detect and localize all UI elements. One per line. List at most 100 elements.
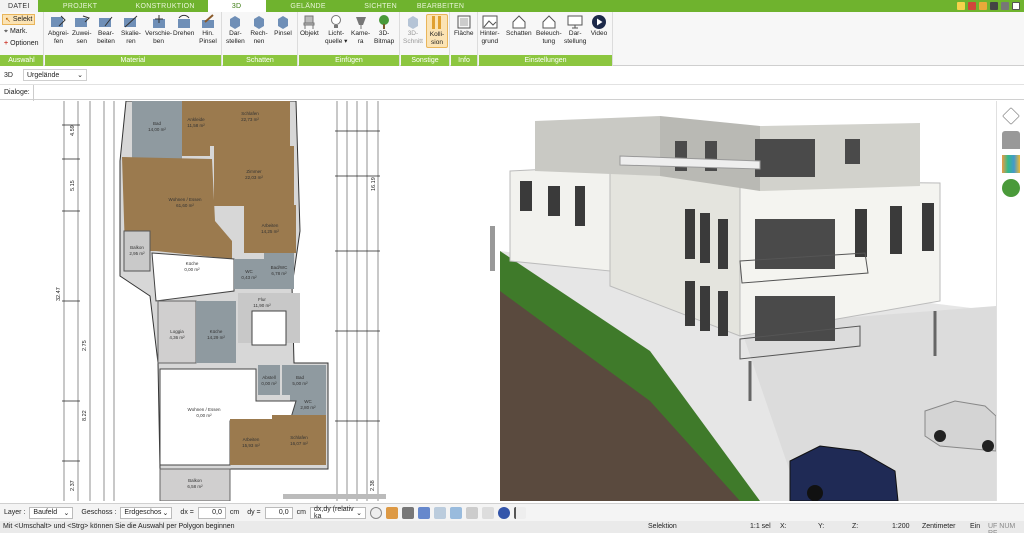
- tab-sichten[interactable]: SICHTEN: [351, 0, 411, 12]
- dx-unit: cm: [229, 509, 240, 516]
- kollision-button[interactable]: Kolli-sion: [426, 14, 448, 48]
- snap-grid-icon[interactable]: [385, 506, 398, 519]
- tree-icon[interactable]: [1001, 179, 1020, 197]
- room-ankleide[interactable]: [182, 101, 210, 156]
- schnitt-label: 3D- Schnitt: [403, 30, 423, 45]
- room-schlafen-1[interactable]: [210, 101, 290, 146]
- bitmap-button[interactable]: 3D- Bitmap: [374, 14, 394, 46]
- group-auswahl: ↖ Selekt ⌖ Mark. + Optionen Auswahl: [0, 12, 44, 66]
- mark-label: Mark.: [9, 28, 28, 35]
- floor-plan-view[interactable]: 4.59 5.15 32.47 2.75 8.22 2.37 16.19 2.3…: [0, 101, 496, 501]
- dialoge-label: Dialoge:: [4, 88, 30, 96]
- skalieren-button[interactable]: Skalie-ren: [121, 14, 141, 46]
- plus-icon: +: [4, 40, 9, 47]
- group-label-sonstige: Sonstige: [401, 55, 449, 66]
- flaeche-button[interactable]: Fläche: [454, 14, 474, 38]
- tab-datei[interactable]: DATEI: [0, 0, 38, 12]
- snap-line-icon[interactable]: [433, 506, 446, 519]
- tab-projekt[interactable]: PROJEKT: [38, 0, 123, 12]
- kamera-button[interactable]: Kame-ra: [351, 14, 370, 46]
- dim-left-1: 4.59: [70, 125, 76, 136]
- chair-icon[interactable]: [1001, 131, 1020, 149]
- schatten-pinsel-button[interactable]: Pinsel: [274, 14, 292, 38]
- wand-icon[interactable]: [957, 2, 965, 10]
- 3d-view[interactable]: [500, 101, 996, 501]
- grid-icon[interactable]: [481, 506, 494, 519]
- verschieben-button[interactable]: Verschie-ben: [145, 14, 172, 46]
- snap-plane-icon[interactable]: [449, 506, 462, 519]
- room-wc-1[interactable]: [234, 259, 264, 289]
- layers-icon[interactable]: [1001, 107, 1020, 125]
- room-label: Bad: [296, 375, 305, 380]
- lichtquelle-button[interactable]: Licht-quelle ▾: [325, 14, 347, 46]
- snap-edge-icon[interactable]: [465, 506, 478, 519]
- palette-icon[interactable]: [1001, 155, 1020, 173]
- cursor-icon: ↖: [5, 16, 11, 24]
- video-label: Video: [590, 30, 608, 37]
- rechnen-button[interactable]: Rech-nen: [250, 14, 268, 46]
- camera-view-icon[interactable]: [401, 506, 414, 519]
- pin-icon[interactable]: [513, 506, 526, 519]
- status-ein: Ein: [970, 523, 981, 530]
- room-label: Loggia: [170, 329, 184, 334]
- room-label: WC: [245, 269, 253, 274]
- room-area: 0,43 m²: [241, 275, 257, 280]
- objekt-button[interactable]: Objekt: [300, 14, 319, 38]
- room-abstell[interactable]: [258, 365, 280, 395]
- mark-icon: ⌖: [4, 27, 8, 35]
- darstellung-button[interactable]: Dar-stellung: [564, 14, 586, 46]
- schatten-einst-button[interactable]: Schatten: [506, 14, 532, 38]
- room-bad-2[interactable]: [282, 365, 326, 395]
- kollision-label: Kolli-sion: [429, 31, 445, 46]
- geschoss-select[interactable]: Erdgeschos ⌄: [120, 506, 173, 519]
- zuweisen-button[interactable]: Zuwei-sen: [72, 14, 92, 46]
- tab-3d[interactable]: 3D: [207, 0, 266, 12]
- beleuchtung-button[interactable]: Beleuch-tung: [536, 14, 562, 46]
- status-unit: Zentimeter: [922, 523, 956, 530]
- abgreifen-label: Abgrei-fen: [48, 30, 69, 45]
- optionen-button[interactable]: + Optionen: [2, 38, 41, 49]
- hintergrund-button[interactable]: Hinter-grund: [480, 14, 500, 46]
- close-icon[interactable]: [1012, 2, 1020, 10]
- dx-input[interactable]: 0,0: [197, 506, 226, 519]
- mark-button[interactable]: ⌖ Mark.: [2, 26, 29, 37]
- terrain-select[interactable]: Urgelände ⌄: [22, 69, 87, 81]
- abgreifen-button[interactable]: Abgrei-fen: [48, 14, 69, 46]
- darstellen-button[interactable]: Dar-stellen: [226, 14, 245, 46]
- chevron-down-icon: ⌄: [356, 509, 362, 517]
- video-button[interactable]: Video: [590, 14, 608, 38]
- dy-input[interactable]: 0,0: [264, 506, 293, 519]
- chevron-down-icon: ⌄: [77, 72, 83, 79]
- ribbon-tab-bar: DATEI PROJEKT KONSTRUKTION 3D GELÄNDE SI…: [0, 0, 1024, 12]
- folder-icon[interactable]: [979, 2, 987, 10]
- bearbeiten-button[interactable]: Bear-beiten: [97, 14, 115, 46]
- coord-mode-select[interactable]: dx,dy (relativ ka ⌄: [309, 506, 366, 520]
- print-icon[interactable]: [1001, 2, 1009, 10]
- mirror-icon[interactable]: [417, 506, 430, 519]
- room-area: 0,00 m²: [261, 381, 277, 386]
- 3d-scene[interactable]: [500, 101, 996, 501]
- north-icon[interactable]: [497, 506, 510, 519]
- plan-horizontal-scrollbar[interactable]: [283, 494, 386, 499]
- drehen-button[interactable]: Drehen: [173, 14, 194, 38]
- tree-icon: [379, 15, 390, 29]
- tab-gelaende[interactable]: GELÄNDE: [266, 0, 351, 12]
- bearbeiten-label: Bear-beiten: [97, 30, 115, 45]
- room-schlafen-2[interactable]: [272, 415, 326, 465]
- schnitt-button[interactable]: 3D- Schnitt: [403, 14, 423, 46]
- layer-select[interactable]: Baufeld ⌄: [29, 506, 74, 519]
- pinsel-button[interactable]: Hin. Pinsel: [199, 14, 217, 46]
- save-icon[interactable]: [990, 2, 998, 10]
- tab-bearbeiten[interactable]: BEARBEITEN: [411, 0, 471, 12]
- selekt-button[interactable]: ↖ Selekt: [2, 14, 36, 25]
- app-window: DATEI PROJEKT KONSTRUKTION 3D GELÄNDE SI…: [0, 0, 1024, 533]
- clock-icon[interactable]: [369, 506, 382, 519]
- floor-plan-canvas[interactable]: 4.59 5.15 32.47 2.75 8.22 2.37 16.19 2.3…: [0, 101, 496, 501]
- plan-vertical-scrollbar[interactable]: [490, 226, 495, 271]
- edit-icon: [99, 16, 113, 27]
- room-arbeiten-2[interactable]: [230, 419, 272, 465]
- tab-konstruktion[interactable]: KONSTRUKTION: [123, 0, 208, 12]
- status-bar: Mit <Umschalt> und <Strg> können Sie die…: [0, 521, 1024, 533]
- help-icon[interactable]: [968, 2, 976, 10]
- chevron-down-icon: ⌄: [162, 509, 169, 517]
